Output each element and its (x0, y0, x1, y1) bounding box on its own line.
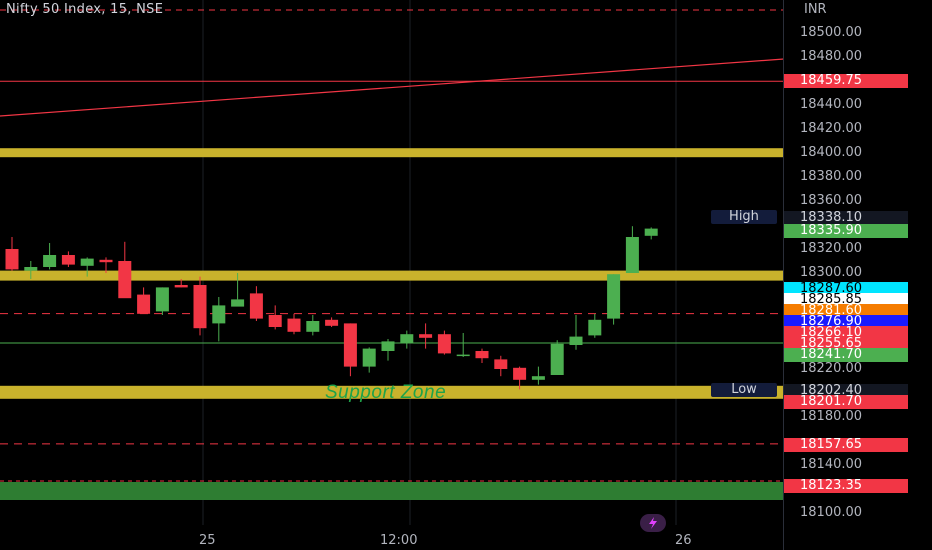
price-axis-label: 18440.00 (800, 97, 863, 112)
candle-body (456, 354, 470, 357)
currency-label[interactable]: INR (804, 2, 827, 17)
price-axis-label: 18500.00 (800, 25, 863, 40)
candle-body (24, 267, 38, 271)
candle-body (475, 351, 489, 359)
candle-body (362, 348, 376, 367)
green-zone (0, 482, 784, 500)
price-axis-label: 18380.00 (800, 169, 863, 184)
trend-line (0, 58, 784, 117)
candle-body (193, 285, 207, 329)
candle-body (80, 258, 94, 266)
candle-body (419, 334, 433, 338)
price-tag: 18201.70 (784, 395, 908, 409)
price-axis-label: 18220.00 (800, 361, 863, 376)
candle-body (99, 259, 113, 263)
candle-body (212, 305, 226, 324)
time-label-26: 26 (675, 533, 692, 548)
candle-body (381, 341, 395, 351)
price-axis-label: 18140.00 (800, 457, 863, 472)
candle-body (400, 334, 414, 343)
candle-body (61, 255, 75, 265)
candle-body (5, 249, 19, 270)
resistance-zone-2 (0, 270, 784, 281)
candle-body (174, 285, 188, 288)
price-tag: 18123.35 (784, 479, 908, 493)
low-tag: Low (711, 383, 777, 397)
candle-body (155, 287, 169, 312)
price-axis-label: 18320.00 (800, 241, 863, 256)
price-axis-label: 18400.00 (800, 145, 863, 160)
price-axis-label: 18360.00 (800, 193, 863, 208)
price-axis-label: 18480.00 (800, 49, 863, 64)
candle-body (306, 321, 320, 332)
price-tag: 18459.75 (784, 74, 908, 88)
candle-body (249, 293, 263, 319)
candle-body (118, 261, 132, 299)
price-axis-label: 18420.00 (800, 121, 863, 136)
candle-body (569, 336, 583, 345)
time-label-25: 25 (199, 533, 216, 548)
price-axis-label: 18180.00 (800, 409, 863, 424)
price-chart[interactable] (0, 0, 784, 525)
candle-body (644, 228, 658, 236)
flash-icon[interactable] (640, 514, 666, 532)
candle-body (137, 294, 151, 314)
candle-body (325, 319, 339, 326)
candle-body (588, 319, 602, 336)
candle-body (268, 315, 282, 327)
chart-title: Nifty 50 Index, 15, NSE (6, 2, 164, 17)
time-label-1200: 12:00 (380, 533, 418, 548)
candle-body (231, 299, 245, 307)
candle-body (550, 343, 564, 375)
price-axis-label: 18100.00 (800, 505, 863, 520)
candle-body (531, 376, 545, 380)
candle-body (343, 323, 357, 367)
price-axis-label: 18300.00 (800, 265, 863, 280)
candle-body (287, 318, 301, 332)
candle-body (43, 255, 57, 267)
price-tag: 18335.90 (784, 224, 908, 238)
candle-body (437, 334, 451, 354)
candle-body (494, 359, 508, 369)
candle-body (513, 367, 527, 380)
candle-body (625, 237, 639, 273)
resistance-zone (0, 148, 784, 158)
price-tag: 18241.70 (784, 348, 908, 362)
candle-body (607, 274, 621, 319)
high-tag: High (711, 210, 777, 224)
support-zone-label: Support Zone (325, 382, 447, 403)
chart-window: { "header": {"title": "Nifty 50 Index, 1… (0, 0, 932, 550)
price-tag: 18157.65 (784, 438, 908, 452)
